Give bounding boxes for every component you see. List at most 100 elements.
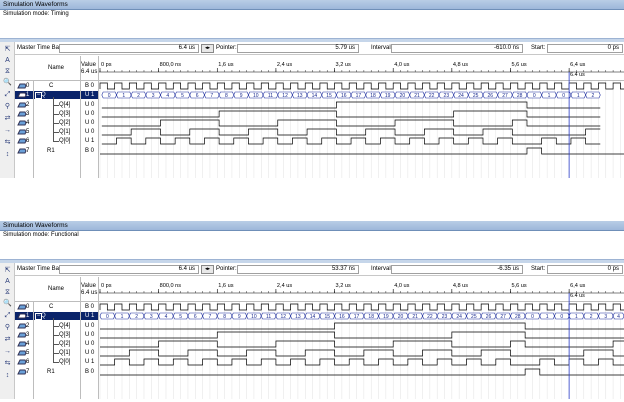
signal-index: 5 bbox=[26, 129, 30, 135]
signal-row-c[interactable]: 0 C B 0 bbox=[15, 303, 99, 311]
signal-value: B 0 bbox=[85, 148, 95, 154]
time-bar-arrows-button[interactable]: ◂▸ bbox=[201, 44, 214, 53]
time-tick-label: 4,8 us bbox=[453, 283, 468, 289]
signal-name: Q[3] bbox=[59, 111, 71, 117]
find-icon[interactable]: ⚲ bbox=[2, 102, 13, 112]
collapse-group-icon[interactable]: − bbox=[35, 92, 42, 99]
find-icon[interactable]: ⚲ bbox=[2, 323, 13, 333]
bus-value-label: 1 bbox=[121, 314, 124, 320]
signal-row-r1[interactable]: 7 R1 B 0 bbox=[15, 147, 99, 155]
bus-value-label: 9 bbox=[238, 314, 241, 320]
master-time-bar-field[interactable]: 6.4 us bbox=[59, 44, 199, 53]
insert-icon[interactable]: → bbox=[2, 347, 13, 357]
signal-value: B 0 bbox=[85, 304, 95, 310]
bit-waveform-q1 bbox=[101, 128, 601, 136]
signal-value: U 0 bbox=[85, 350, 95, 356]
bus-value-label: 2 bbox=[590, 314, 593, 320]
time-tick-label: 800,0 ns bbox=[160, 283, 182, 289]
column-divider[interactable] bbox=[33, 81, 34, 178]
signal-row-q0[interactable]: 6 Q[0] U 1 bbox=[15, 354, 99, 366]
column-divider[interactable] bbox=[80, 277, 81, 399]
bus-value-label: 18 bbox=[368, 314, 374, 320]
signal-index: 1 bbox=[26, 313, 30, 319]
time-tick-label: 0 ps bbox=[101, 283, 112, 289]
bus-value-label: 1 bbox=[575, 314, 578, 320]
bus-value-label: 9 bbox=[240, 93, 243, 99]
bus-value-label: 25 bbox=[471, 314, 477, 320]
bus-value-label: 17 bbox=[354, 314, 360, 320]
time-bar-arrows-button[interactable]: ◂▸ bbox=[201, 265, 214, 274]
replace-icon[interactable]: ⇄ bbox=[2, 114, 13, 124]
sort-icon[interactable]: ↕ bbox=[2, 150, 13, 160]
signal-row-r1[interactable]: 7 R1 B 0 bbox=[15, 368, 99, 376]
fullscreen-icon[interactable]: ⤢ bbox=[2, 90, 13, 100]
signal-row-c[interactable]: 0 C B 0 bbox=[15, 82, 99, 90]
signal-value: B 0 bbox=[85, 369, 95, 375]
zoom-icon[interactable]: 🔍 bbox=[2, 78, 13, 88]
signal-value: U 0 bbox=[85, 341, 95, 347]
signal-index: 2 bbox=[26, 323, 30, 329]
insert-icon[interactable]: → bbox=[2, 126, 13, 136]
signal-index: 0 bbox=[26, 83, 30, 89]
sort-icon[interactable]: ↕ bbox=[2, 371, 13, 381]
pointer-icon[interactable]: ⇱ bbox=[2, 45, 13, 55]
waveform-edit-icon[interactable]: ⧖ bbox=[2, 288, 13, 298]
signal-name: Q[1] bbox=[59, 129, 71, 135]
bit-waveform-q1 bbox=[100, 349, 624, 357]
text-tool-icon[interactable]: A bbox=[2, 56, 13, 66]
signal-value: U 1 bbox=[85, 359, 95, 365]
signal-value: U 0 bbox=[85, 332, 95, 338]
waveform-canvas: 0 ps 800,0 ns 1,6 us 2,4 us 3,2 us 4,0 us 4,8 … bbox=[99, 283, 624, 399]
bus-value-label: 22 bbox=[429, 93, 435, 99]
time-tick-label: 2,4 us bbox=[277, 283, 292, 289]
overwrite-icon[interactable]: ⇆ bbox=[2, 138, 13, 148]
bus-value-label: 20 bbox=[400, 93, 406, 99]
time-tick-label: 800,0 ns bbox=[160, 62, 182, 68]
panel-separator bbox=[0, 38, 624, 42]
time-tick-label: 0 ps bbox=[101, 62, 112, 68]
replace-icon[interactable]: ⇄ bbox=[2, 335, 13, 345]
tree-branch-line bbox=[53, 97, 59, 106]
signal-value: U 0 bbox=[85, 129, 95, 135]
bus-value-label: 0 bbox=[531, 314, 534, 320]
bus-value-label: 12 bbox=[282, 93, 288, 99]
signal-name: Q[4] bbox=[59, 323, 71, 329]
time-tick-label: 5,6 us bbox=[511, 62, 526, 68]
value-column-header: Value : bbox=[81, 283, 100, 289]
simulation-waveforms-panel: Simulation Waveforms Simulation mode: Ti… bbox=[0, 0, 624, 178]
column-divider[interactable] bbox=[80, 56, 81, 178]
master-time-bar-field[interactable]: 6.4 us bbox=[59, 265, 199, 274]
waveform-edit-icon[interactable]: ⧖ bbox=[2, 67, 13, 77]
pointer-label: Pointer: bbox=[216, 266, 237, 272]
bus-value-label: 5 bbox=[179, 314, 182, 320]
signal-value: U 1 bbox=[85, 313, 95, 319]
zoom-icon[interactable]: 🔍 bbox=[2, 299, 13, 309]
fullscreen-icon[interactable]: ⤢ bbox=[2, 311, 13, 321]
overwrite-icon[interactable]: ⇆ bbox=[2, 359, 13, 369]
signal-row-q0[interactable]: 6 Q[0] U 1 bbox=[15, 133, 99, 145]
bus-value-label: 23 bbox=[442, 314, 448, 320]
interval-field: -610.0 ns bbox=[391, 44, 523, 53]
time-tick-label: 3,2 us bbox=[336, 283, 351, 289]
text-tool-icon[interactable]: A bbox=[2, 277, 13, 287]
bus-value-label: 13 bbox=[297, 93, 303, 99]
tree-branch-line bbox=[53, 327, 59, 336]
bus-value-label: 3 bbox=[150, 314, 153, 320]
column-divider[interactable] bbox=[33, 302, 34, 399]
pointer-icon[interactable]: ⇱ bbox=[2, 266, 13, 276]
collapse-group-icon[interactable]: − bbox=[35, 313, 42, 320]
bus-value-label: 1 bbox=[546, 314, 549, 320]
bus-value-label: 15 bbox=[324, 314, 330, 320]
start-field: 0 ps bbox=[547, 44, 623, 53]
signal-name: Q[2] bbox=[59, 120, 71, 126]
simulation-mode-label: Simulation mode: Functional bbox=[3, 232, 79, 238]
simulation-mode-label: Simulation mode: Timing bbox=[3, 11, 69, 17]
signal-index: 7 bbox=[26, 148, 30, 154]
signal-name: Q[0] bbox=[59, 138, 71, 144]
pointer-field: 53.37 ns bbox=[237, 265, 359, 274]
bus-value-label: 21 bbox=[412, 314, 418, 320]
waveform-toolbar: ⇱ A ⧖ 🔍 ⤢ ⚲ ⇄ → ⇆ ↕ bbox=[0, 263, 15, 399]
master-time-bar-label: Master Time Bar: bbox=[17, 45, 63, 51]
bus-value-label: 2 bbox=[137, 93, 140, 99]
bus-value-label: 26 bbox=[486, 314, 492, 320]
